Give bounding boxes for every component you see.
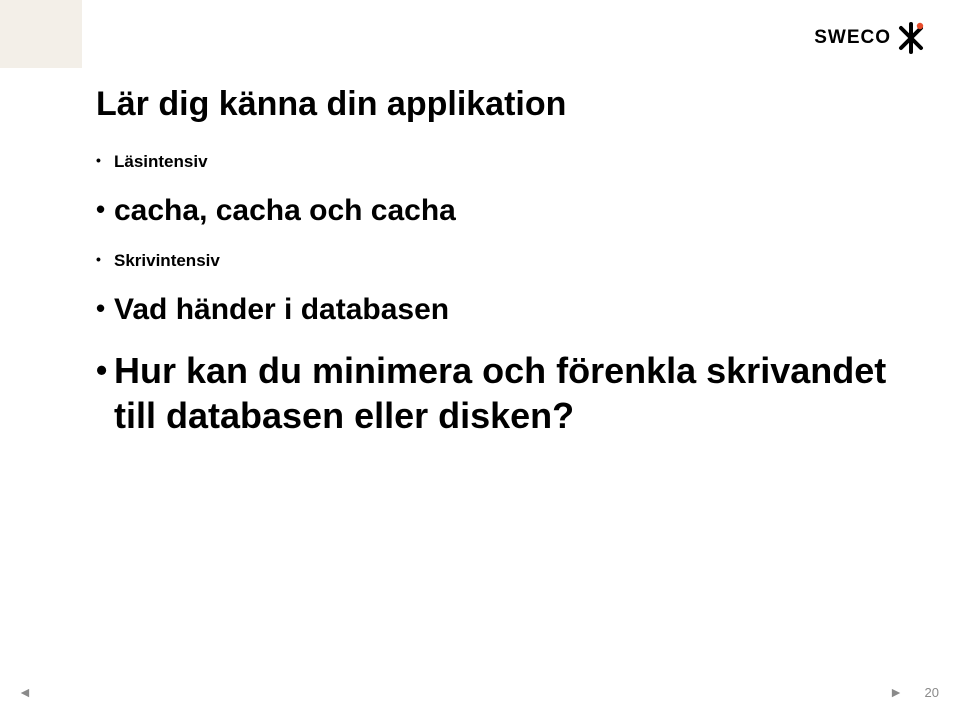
slide: SWECO Lär dig känna din applikation Läsi… <box>0 0 959 714</box>
slide-title: Lär dig känna din applikation <box>96 84 899 125</box>
bullet-item: Läsintensiv <box>96 151 899 172</box>
footer: ◄ ► 20 <box>0 680 959 700</box>
bullet-item: Skrivintensiv <box>96 250 899 271</box>
logo-text: SWECO <box>814 27 891 49</box>
side-band <box>0 0 82 68</box>
page-number: 20 <box>925 685 939 700</box>
bullet-list: Läsintensiv cacha, cacha och cacha Skriv… <box>96 151 899 439</box>
bullet-item: Hur kan du minimera och förenkla skrivan… <box>96 348 899 438</box>
nav-next-icon[interactable]: ► <box>889 684 903 700</box>
content-area: Lär dig känna din applikation Läsintensi… <box>96 84 899 438</box>
bullet-item: Vad händer i databasen <box>96 291 899 329</box>
bullet-item: cacha, cacha och cacha <box>96 192 899 230</box>
nav-prev-icon[interactable]: ◄ <box>18 684 32 700</box>
logo: SWECO <box>814 22 927 54</box>
logo-mark-icon <box>895 22 927 54</box>
